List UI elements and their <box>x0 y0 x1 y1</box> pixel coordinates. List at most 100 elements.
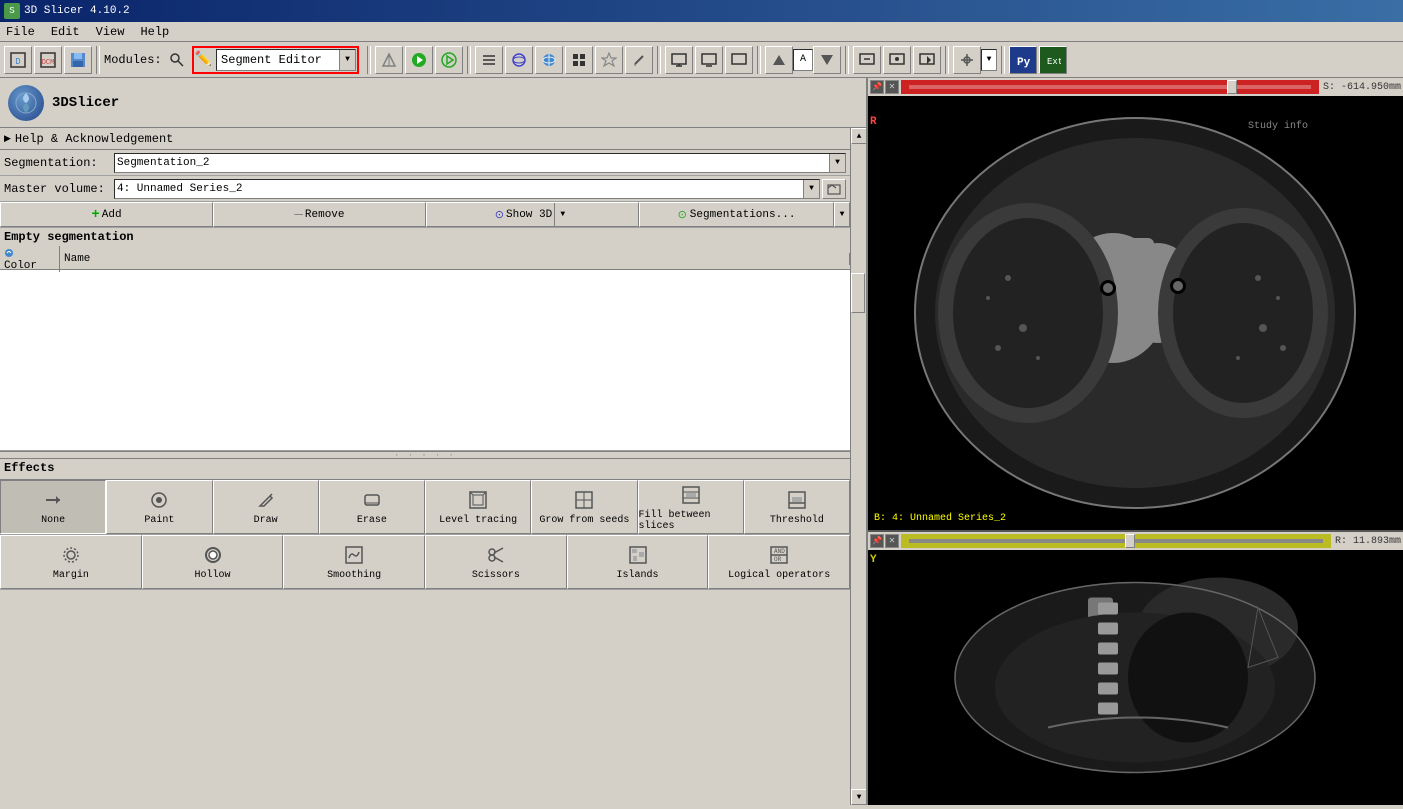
svg-text:D: D <box>15 57 20 67</box>
menu-help[interactable]: Help <box>138 25 171 39</box>
effect-draw-button[interactable]: Draw <box>213 480 319 534</box>
menu-edit[interactable]: Edit <box>49 25 82 39</box>
compass-dropdown[interactable]: ▼ <box>981 49 997 71</box>
bottom-slider-thumb[interactable] <box>1125 534 1135 548</box>
effect-margin-button[interactable]: Margin <box>0 535 142 589</box>
show3d-arrow[interactable]: ▼ <box>554 203 570 226</box>
level-tracing-icon <box>466 488 490 512</box>
monitor-button[interactable] <box>665 46 693 74</box>
effect-smoothing-button[interactable]: Smoothing <box>283 535 425 589</box>
seg-table: Color Name <box>0 248 850 451</box>
top-viewer-close-button[interactable]: ✕ <box>885 80 899 94</box>
segmentations-button[interactable]: ⊙ Segmentations... <box>639 202 834 227</box>
top-viewer-slider[interactable] <box>901 80 1319 94</box>
dcm-button[interactable]: DCM <box>34 46 62 74</box>
effect-grow-seeds-button[interactable]: Grow from seeds <box>531 480 637 534</box>
remove-segment-button[interactable]: — Remove <box>213 202 426 227</box>
title-bar: S 3D Slicer 4.10.2 <box>0 0 1403 22</box>
settings-button[interactable] <box>853 46 881 74</box>
search-icon[interactable] <box>168 51 186 69</box>
vertical-scrollbar[interactable]: ▲ ▼ <box>850 128 866 805</box>
effect-none-button[interactable]: None <box>0 480 106 534</box>
effect-scissors-button[interactable]: Scissors <box>425 535 567 589</box>
python-button[interactable]: Py <box>1009 46 1037 74</box>
nav-arrow-left[interactable] <box>375 46 403 74</box>
effect-erase-button[interactable]: Erase <box>319 480 425 534</box>
bottom-viewer-orientation: Y <box>870 554 877 566</box>
effect-hollow-button[interactable]: Hollow <box>142 535 284 589</box>
module-dropdown[interactable]: Segment Editor ▼ <box>216 49 356 71</box>
top-viewer-bottom-label: B: 4: Unnamed Series_2 <box>874 513 1006 524</box>
nav-down-button[interactable] <box>813 46 841 74</box>
forward-button[interactable] <box>435 46 463 74</box>
top-viewer-pin-button[interactable]: 📌 <box>870 80 884 94</box>
draw-label: Draw <box>254 515 278 526</box>
level-tracing-label: Level tracing <box>439 515 517 526</box>
3d-sphere-button[interactable] <box>505 46 533 74</box>
compass-button[interactable] <box>953 46 981 74</box>
scroll-down-button[interactable]: ▼ <box>851 789 866 805</box>
back-button[interactable] <box>405 46 433 74</box>
effect-level-tracing-button[interactable]: Level tracing <box>425 480 531 534</box>
menu-file[interactable]: File <box>4 25 37 39</box>
smoothing-label: Smoothing <box>327 570 381 581</box>
segmentation-dropdown-arrow[interactable]: ▼ <box>829 154 845 172</box>
menu-view[interactable]: View <box>94 25 127 39</box>
hollow-label: Hollow <box>195 570 231 581</box>
master-volume-browse-button[interactable] <box>822 179 846 199</box>
master-volume-dropdown-arrow[interactable]: ▼ <box>803 180 819 198</box>
segmentations-arrow[interactable]: ▼ <box>834 202 850 227</box>
list-button[interactable] <box>475 46 503 74</box>
effect-threshold-button[interactable]: Threshold <box>744 480 850 534</box>
add-segment-button[interactable]: + Add <box>0 202 213 227</box>
monitor3-button[interactable] <box>725 46 753 74</box>
show-3d-button[interactable]: ⊙ Show 3D ▼ <box>426 202 639 227</box>
help-section[interactable]: ▶ Help & Acknowledgement <box>0 128 850 150</box>
segmentation-row: Segmentation: Segmentation_2 ▼ <box>0 150 850 176</box>
none-icon <box>41 488 65 512</box>
pen-tool-button[interactable] <box>625 46 653 74</box>
logical-ops-icon: ANDOR <box>767 543 791 567</box>
globe-button[interactable] <box>535 46 563 74</box>
toolbar-separator4 <box>657 46 661 74</box>
modules-label: Modules: <box>104 53 162 67</box>
top-slider-thumb[interactable] <box>1227 80 1237 94</box>
nav-up-button[interactable] <box>765 46 793 74</box>
nav-value[interactable]: A <box>793 49 813 71</box>
fill-slices-icon <box>679 483 703 507</box>
segmentation-dropdown[interactable]: Segmentation_2 ▼ <box>114 153 846 173</box>
ct-scan-svg: Study info <box>868 96 1403 530</box>
star-button[interactable] <box>595 46 623 74</box>
action-row: + Add — Remove ⊙ Show 3D ▼ ⊙ <box>0 202 850 228</box>
effect-logical-ops-button[interactable]: ANDOR Logical operators <box>708 535 850 589</box>
save-button[interactable] <box>64 46 92 74</box>
drag-handle[interactable]: · · · · · <box>0 451 850 459</box>
seg-table-body <box>0 270 850 450</box>
seg-icon: ⊙ <box>678 208 687 222</box>
data-button[interactable]: D <box>4 46 32 74</box>
scroll-thumb[interactable] <box>851 273 865 313</box>
toolbar-separator8 <box>1001 46 1005 74</box>
export-button[interactable] <box>913 46 941 74</box>
effect-islands-button[interactable]: Islands <box>567 535 709 589</box>
menu-bar: File Edit View Help <box>0 22 1403 42</box>
sagittal-ct-svg <box>868 550 1403 805</box>
master-volume-dropdown[interactable]: 4: Unnamed Series_2 ▼ <box>114 179 820 199</box>
ext-button[interactable]: Ext <box>1039 46 1067 74</box>
scroll-track <box>851 144 866 789</box>
effect-paint-button[interactable]: Paint <box>106 480 212 534</box>
effect-fill-slices-button[interactable]: Fill between slices <box>638 480 744 534</box>
module-dropdown-arrow[interactable]: ▼ <box>339 50 355 70</box>
bottom-viewer-slider[interactable] <box>901 534 1331 548</box>
grid-button[interactable] <box>565 46 593 74</box>
monitor2-button[interactable] <box>695 46 723 74</box>
right-panel: 📌 ✕ S: -614.950mm R <box>868 78 1403 805</box>
config-button[interactable] <box>883 46 911 74</box>
top-viewer: 📌 ✕ S: -614.950mm R <box>868 78 1403 532</box>
scroll-up-button[interactable]: ▲ <box>851 128 866 144</box>
erase-icon <box>360 488 384 512</box>
bottom-viewer-close-button[interactable]: ✕ <box>885 534 899 548</box>
bottom-viewer-pin-button[interactable]: 📌 <box>870 534 884 548</box>
module-dropdown-value: Segment Editor <box>217 53 326 67</box>
slicer-brand-text: 3DSlicer <box>52 95 119 111</box>
